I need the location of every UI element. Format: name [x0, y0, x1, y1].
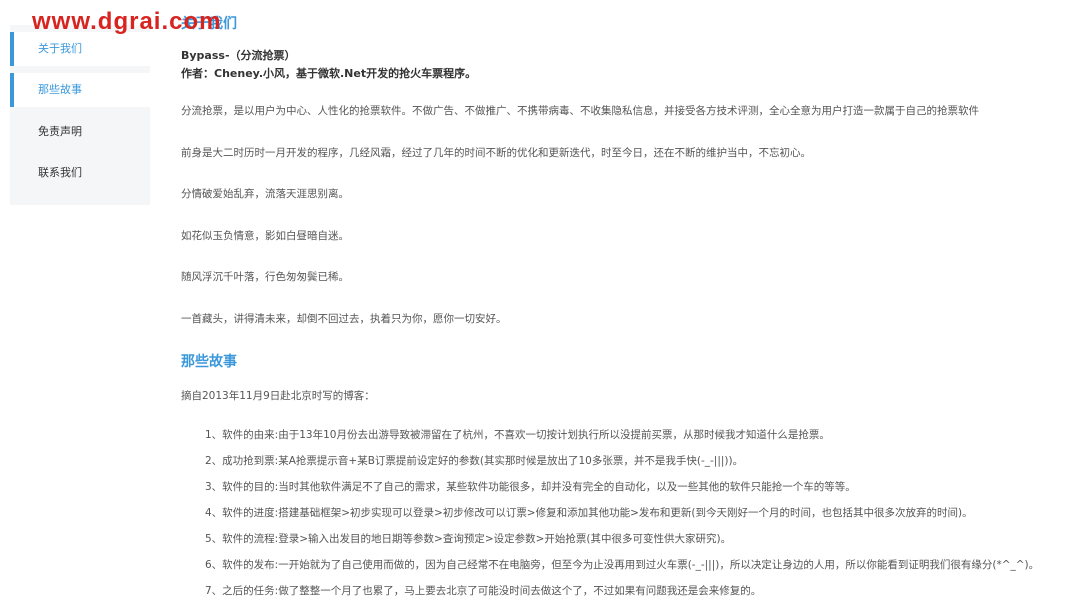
- sidebar-item-stories[interactable]: 那些故事: [10, 73, 150, 107]
- list-item: 4、软件的进度:搭建基础框架>初步实现可以登录>初步修改可以订票>修复和添加其他…: [205, 507, 973, 519]
- app-title-line: Bypass-（分流抢票）: [181, 49, 296, 62]
- watermark-logo: www.dgrai.com: [32, 8, 222, 35]
- stories-intro: 摘自2013年11月9日赴北京时写的博客：: [181, 390, 375, 402]
- poem-line: 分情破爱始乱弃，流落天涯思别离。: [181, 188, 349, 200]
- sidebar-item-about[interactable]: 关于我们: [10, 32, 150, 66]
- list-item: 6、软件的发布:一开始就为了自己使用而做的，因为自己经常不在电脑旁，但至今为止没…: [205, 559, 1040, 571]
- list-item: 3、软件的目的:当时其他软件满足不了自己的需求，某些软件功能很多，却并没有完全的…: [205, 481, 856, 493]
- sidebar-item-disclaimer[interactable]: 免责声明: [10, 115, 150, 149]
- about-paragraph: 前身是大二时历时一月开发的程序，几经风霜，经过了几年的时间不断的优化和更新迭代，…: [181, 147, 811, 159]
- poem-line: 随风浮沉千叶落，行色匆匆鬓已稀。: [181, 271, 349, 283]
- sidebar-item-contact[interactable]: 联系我们: [10, 156, 150, 190]
- about-paragraph: 分流抢票，是以用户为中心、人性化的抢票软件。不做广告、不做推广、不携带病毒、不收…: [181, 105, 979, 117]
- poem-line: 一首藏头，讲得清未来，却倒不回过去，执着只为你，愿你一切安好。: [181, 313, 507, 325]
- author-line: 作者：Cheney.小风，基于微软.Net开发的抢火车票程序。: [181, 67, 477, 80]
- list-item: 2、成功抢到票:某A抢票提示音+某B订票提前设定好的参数(其实那时候是放出了10…: [205, 455, 744, 467]
- list-item: 7、之后的任务:做了整整一个月了也累了，马上要去北京了可能没时间去做这个了，不过…: [205, 585, 762, 597]
- poem-line: 如花似玉负情意，影如白昼暗自迷。: [181, 230, 349, 242]
- list-item: 5、软件的流程:登录>输入出发目的地日期等参数>查询预定>设定参数>开始抢票(其…: [205, 533, 732, 545]
- section-heading-stories: 那些故事: [181, 354, 237, 370]
- sidebar-nav: 关于我们 那些故事 免责声明 联系我们: [10, 25, 150, 205]
- list-item: 1、软件的由来:由于13年10月份去出游导致被滞留在了杭州，不喜欢一切按计划执行…: [205, 429, 830, 441]
